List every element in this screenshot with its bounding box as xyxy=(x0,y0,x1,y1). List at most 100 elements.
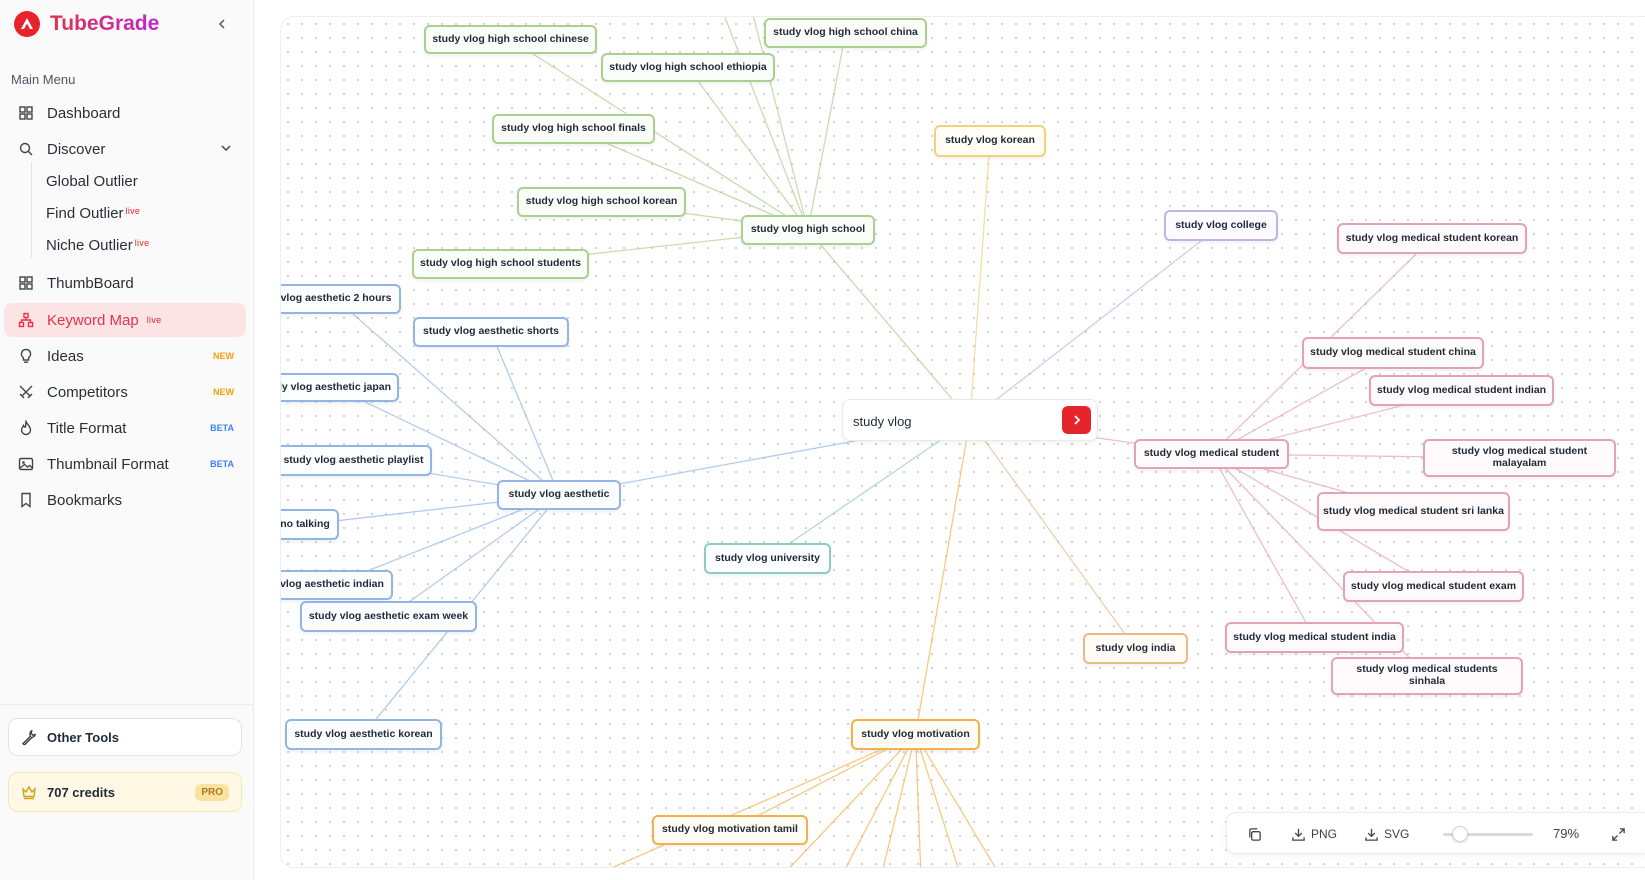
copy-icon xyxy=(1247,827,1262,842)
keyword-node-ae8[interactable]: study vlog aesthetic korean xyxy=(285,719,442,750)
keyword-node-mo1[interactable]: study vlog motivation tamil xyxy=(652,815,808,845)
sub-label: Global Outlier xyxy=(46,173,138,190)
edge-mo-offscreen-3 xyxy=(882,734,917,867)
edge-hs-hs2 xyxy=(807,32,847,231)
keyword-map-canvas[interactable]: study vlog high school study vlog high s… xyxy=(280,16,1645,868)
keyword-node-ms5[interactable]: study vlog medical student sri lanka xyxy=(1317,492,1510,531)
keyword-node-ms3[interactable]: study vlog medical student indian xyxy=(1369,375,1554,406)
keyword-node-ms1[interactable]: study vlog medical student korean xyxy=(1337,223,1527,254)
nav-keyword-map[interactable]: Keyword Map live xyxy=(4,303,246,337)
zoom-level: 79% xyxy=(1553,826,1580,841)
other-tools-label: Other Tools xyxy=(47,729,119,745)
keyword-node-ms7[interactable]: study vlog medical student india xyxy=(1225,622,1404,653)
expand-root-button[interactable] xyxy=(1062,406,1091,434)
nav-label: Keyword Map xyxy=(47,311,139,329)
edge-root-ko xyxy=(969,140,991,421)
keyword-node-un[interactable]: study vlog university xyxy=(704,543,831,574)
edge-root-mo xyxy=(914,419,971,735)
canvas-toolbar: PNG SVG 79% xyxy=(1226,812,1645,854)
nav-thumbnail-format[interactable]: Thumbnail Format BETA xyxy=(4,447,246,481)
edge-hs-offscreen-1 xyxy=(752,17,809,231)
expand-icon xyxy=(1611,827,1626,842)
edge-root-in xyxy=(969,419,1137,649)
copy-button[interactable] xyxy=(1247,813,1267,855)
beta-badge: BETA xyxy=(210,459,234,469)
new-badge: NEW xyxy=(213,387,234,397)
sub-niche-outlier[interactable]: Niche Outlier live xyxy=(46,237,149,254)
crown-icon xyxy=(21,784,37,800)
keyword-node-co[interactable]: study vlog college xyxy=(1164,210,1278,241)
png-label: PNG xyxy=(1311,827,1338,841)
fullscreen-button[interactable] xyxy=(1611,813,1631,855)
keyword-node-hs4[interactable]: study vlog high school finals xyxy=(492,114,655,144)
keyword-node-ko[interactable]: study vlog korean xyxy=(934,125,1046,157)
edge-ae-ae7 xyxy=(388,494,560,618)
keyword-node-ms[interactable]: study vlog medical student xyxy=(1134,439,1289,469)
nav-bookmarks[interactable]: Bookmarks xyxy=(4,483,246,517)
nav-discover[interactable]: Discover xyxy=(4,132,246,166)
zoom-slider-handle[interactable] xyxy=(1452,826,1469,842)
root-keyword-box xyxy=(842,399,1098,441)
credits-panel[interactable]: 707 credits PRO xyxy=(8,772,242,812)
edge-mo-offscreen-5 xyxy=(914,734,959,867)
keyword-node-hs6[interactable]: study vlog high school students xyxy=(412,249,589,279)
keyword-node-ms4[interactable]: study vlog medical student malayalam xyxy=(1423,439,1616,477)
keyword-node-ms2[interactable]: study vlog medical student china xyxy=(1302,337,1484,369)
keyword-node-hs3[interactable]: study vlog high school ethiopia xyxy=(601,53,775,82)
export-svg-button[interactable]: SVG xyxy=(1364,813,1409,855)
nav-thumbboard[interactable]: ThumbBoard xyxy=(4,266,246,300)
collapse-sidebar-button[interactable] xyxy=(212,14,232,34)
keyword-node-ms8[interactable]: study vlog medical students sinhala xyxy=(1331,657,1523,695)
sub-global-outlier[interactable]: Global Outlier xyxy=(46,173,138,190)
edge-root-hs xyxy=(807,229,971,421)
nav-label: Dashboard xyxy=(47,104,121,122)
edge-ae-ae2 xyxy=(490,331,560,496)
nav-title-format[interactable]: Title Format BETA xyxy=(4,411,246,445)
keyword-node-hs2[interactable]: study vlog high school china xyxy=(764,18,927,48)
sub-find-outlier[interactable]: Find Outlier live xyxy=(46,205,140,222)
brand[interactable]: TubeGrade xyxy=(14,10,159,38)
keyword-node-ae2[interactable]: study vlog aesthetic shorts xyxy=(413,317,569,347)
keyword-node-ae4[interactable]: study vlog aesthetic playlist xyxy=(281,445,432,476)
grid-icon xyxy=(16,273,36,293)
keyword-node-in[interactable]: study vlog india xyxy=(1083,633,1188,664)
nav-label: Ideas xyxy=(47,347,84,365)
keyword-node-hs5[interactable]: study vlog high school korean xyxy=(517,187,686,217)
beta-badge: BETA xyxy=(210,423,234,433)
flame-icon xyxy=(16,418,36,438)
lightbulb-icon xyxy=(16,346,36,366)
edge-hs-hs3 xyxy=(687,67,809,231)
export-png-button[interactable]: PNG xyxy=(1291,813,1337,855)
svg-label: SVG xyxy=(1384,827,1410,841)
live-badge: live xyxy=(134,238,150,248)
keyword-node-ae3[interactable]: ly vlog aesthetic japan xyxy=(281,373,399,402)
edge-mo-offscreen-6 xyxy=(914,734,996,867)
edge-root-co xyxy=(969,224,1222,421)
edge-ms-ms7 xyxy=(1210,453,1316,638)
nav-competitors[interactable]: Competitors NEW xyxy=(4,375,246,409)
keyword-node-mo[interactable]: study vlog motivation xyxy=(851,719,980,750)
keyword-node-ae1[interactable]: vlog aesthetic 2 hours xyxy=(281,284,401,314)
nav-ideas[interactable]: Ideas NEW xyxy=(4,339,246,373)
credits-count: 707 credits xyxy=(47,784,115,800)
keyword-node-hs[interactable]: study vlog high school xyxy=(741,215,875,245)
edge-ae-ae3 xyxy=(334,386,560,496)
submenu-line xyxy=(31,162,32,258)
download-icon xyxy=(1291,827,1306,842)
keyword-node-ae[interactable]: study vlog aesthetic xyxy=(497,480,621,510)
keyword-node-ms6[interactable]: study vlog medical student exam xyxy=(1343,571,1524,602)
nav-label: Discover xyxy=(47,140,106,158)
root-keyword-input[interactable] xyxy=(853,410,1053,432)
keyword-node-ae5[interactable]: no talking xyxy=(281,509,339,540)
chevron-down-icon[interactable] xyxy=(220,141,232,158)
keyword-node-hs1[interactable]: study vlog high school chinese xyxy=(424,25,597,54)
keyword-node-ae7[interactable]: study vlog aesthetic exam week xyxy=(300,601,477,632)
sub-label: Niche Outlier xyxy=(46,237,133,254)
keyword-node-ae6[interactable]: vlog aesthetic indian xyxy=(281,570,393,600)
nav-label: ThumbBoard xyxy=(47,274,134,292)
sub-label: Find Outlier xyxy=(46,205,124,222)
download-icon xyxy=(1364,827,1379,842)
live-badge: live xyxy=(146,315,162,325)
other-tools-button[interactable]: Other Tools xyxy=(8,718,242,756)
nav-dashboard[interactable]: Dashboard xyxy=(4,96,246,130)
